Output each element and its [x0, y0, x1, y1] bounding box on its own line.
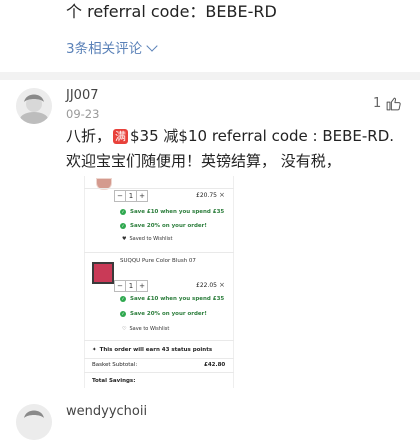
total-savings-label: Total Savings:	[92, 378, 136, 384]
product-image-blush-2	[92, 262, 114, 284]
previous-comment-text: 个 referral code：BEBE-RD	[66, 2, 277, 21]
previous-comment: 个 referral code：BEBE-RD 3条相关评论	[0, 0, 420, 72]
related-comments-label: 3条相关评论	[66, 41, 143, 57]
like-count: 1	[373, 96, 382, 111]
item-price: £22.05	[196, 282, 217, 289]
item-price: £20.75	[196, 192, 217, 199]
remove-item-icon[interactable]: ×	[219, 191, 225, 199]
check-circle-icon: ✓	[120, 296, 126, 302]
like-button[interactable]: 1	[373, 95, 402, 112]
heart-filled-icon: ♥	[122, 236, 127, 242]
thumbs-up-icon	[386, 97, 401, 111]
divider	[84, 372, 234, 373]
divider	[84, 188, 234, 189]
quantity-value: 1	[125, 191, 136, 201]
comment-text-start: 八折，	[66, 127, 112, 145]
comment-date: 09-23	[66, 107, 100, 121]
related-comments-link[interactable]: 3条相关评论	[66, 37, 158, 57]
check-circle-icon: ✓	[120, 311, 126, 317]
full-reduction-badge: 满	[113, 129, 129, 144]
offer-line: ✓ Save 20% on your order!	[120, 311, 207, 317]
divider	[84, 358, 234, 359]
quantity-stepper[interactable]: −1 +	[114, 190, 148, 202]
comment-username[interactable]: wendyychoii	[66, 404, 147, 419]
sparkle-icon: ✦	[92, 347, 97, 353]
comment-username[interactable]: JJ007	[66, 88, 98, 103]
heart-outline-icon: ♡	[122, 326, 127, 332]
divider	[84, 340, 234, 341]
basket-subtotal-value: £42.80	[204, 362, 226, 368]
offer-line: ✓ Save £10 when you spend £35	[120, 296, 225, 302]
divider	[84, 252, 234, 253]
wishlist-button[interactable]: ♥ Saved to Wishlist	[122, 236, 172, 242]
quantity-value: 1	[125, 281, 136, 291]
wishlist-button[interactable]: ♡ Save to Wishlist	[122, 326, 169, 332]
section-divider	[0, 72, 420, 80]
chevron-down-icon	[146, 40, 158, 52]
default-avatar-icon	[16, 404, 52, 440]
status-points-note: ✦ This order will earn 43 status points	[92, 347, 213, 353]
avatar[interactable]	[16, 88, 52, 124]
product-title[interactable]: SUQQU Pure Color Blush 07	[120, 258, 196, 264]
remove-item-icon[interactable]: ×	[219, 281, 225, 289]
offer-line: ✓ Save 20% on your order!	[120, 223, 207, 229]
check-circle-icon: ✓	[120, 223, 126, 229]
plus-icon[interactable]: +	[136, 281, 147, 291]
minus-icon[interactable]: −	[115, 281, 125, 291]
plus-icon[interactable]: +	[136, 191, 147, 201]
check-circle-icon: ✓	[120, 209, 126, 215]
basket-subtotal-label: Basket Subtotal:	[92, 362, 138, 368]
avatar[interactable]	[16, 404, 52, 440]
comment-image[interactable]: −1 + £20.75 × ✓ Save £10 when you spend £3…	[84, 176, 234, 388]
offer-line: ✓ Save £10 when you spend £35	[120, 209, 225, 215]
quantity-stepper[interactable]: −1 +	[114, 280, 148, 292]
minus-icon[interactable]: −	[115, 191, 125, 201]
comment-body: 八折，满 $35 减$10 referral code : BEBE-RD. 欢迎…	[66, 124, 396, 174]
default-avatar-icon	[16, 88, 52, 124]
